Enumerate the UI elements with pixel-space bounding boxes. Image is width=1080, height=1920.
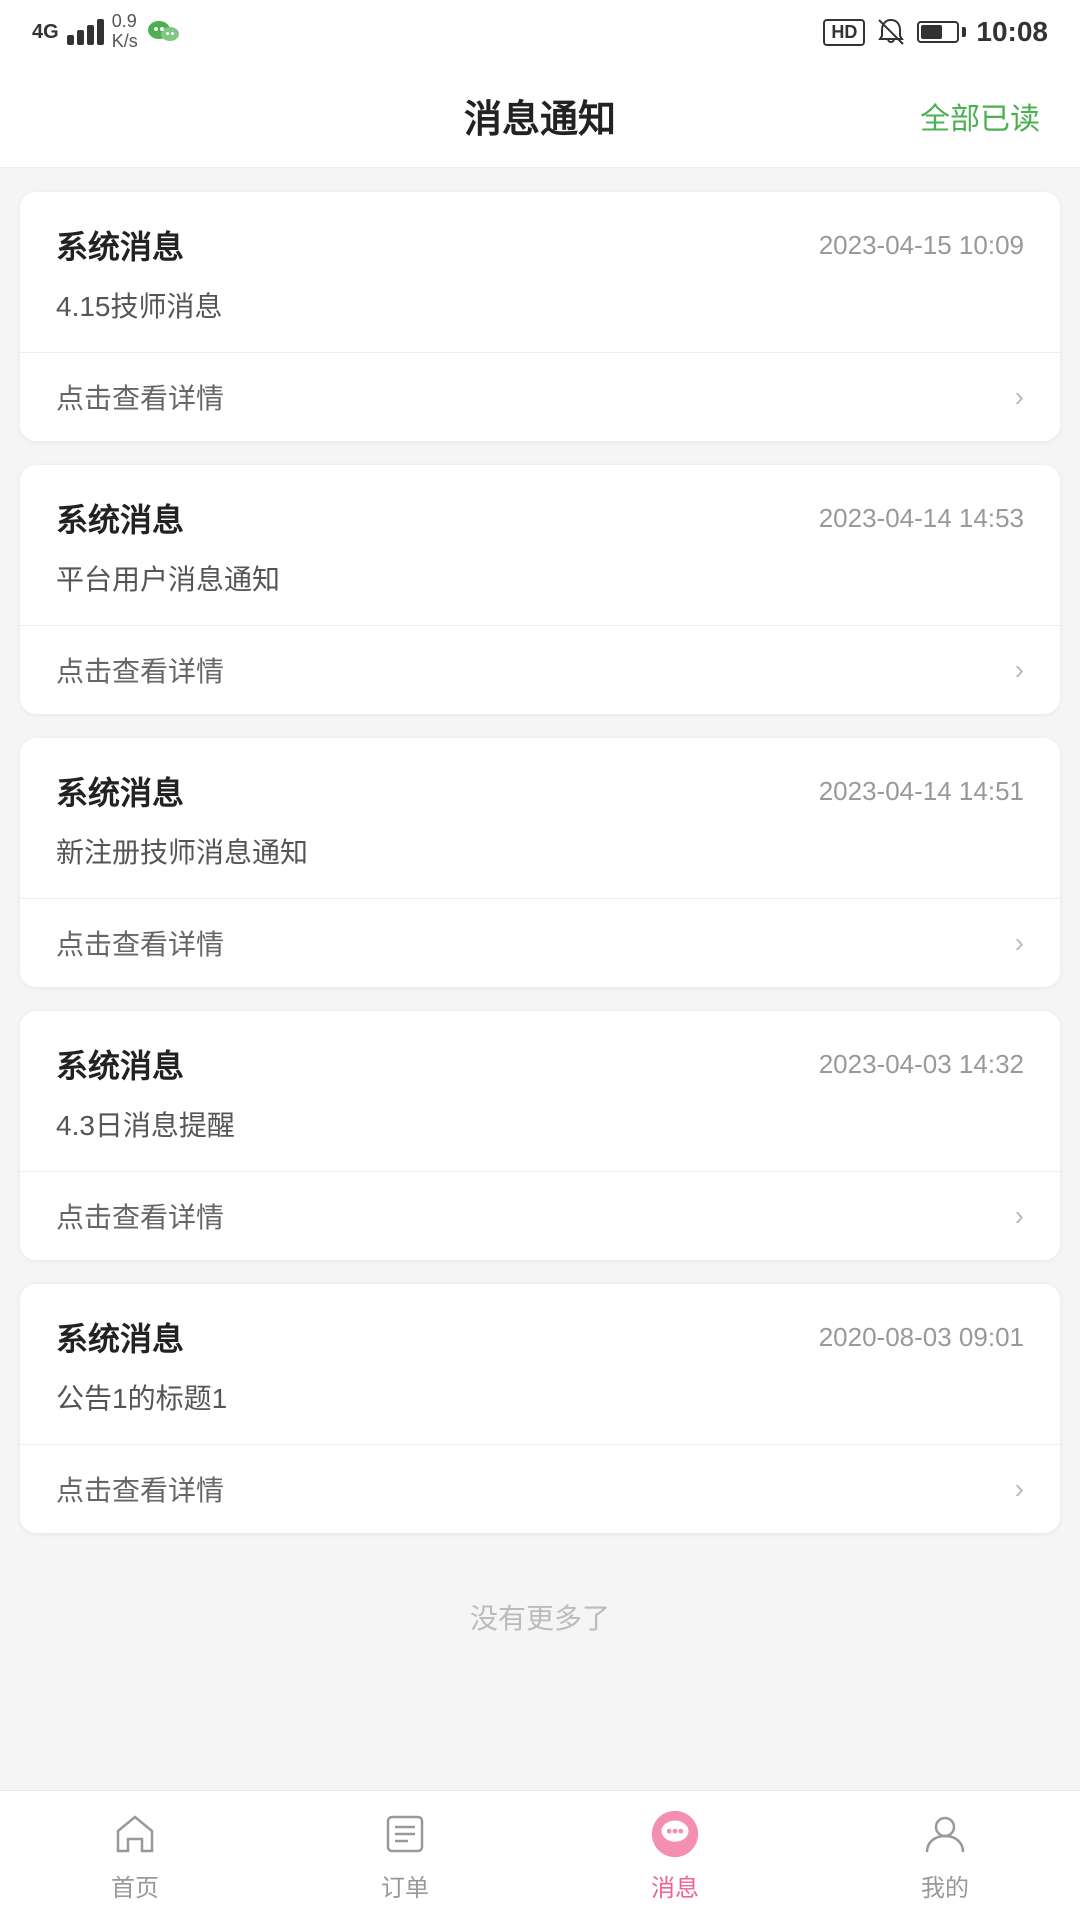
chevron-right-icon: › <box>1015 927 1024 959</box>
card-title: 系统消息 <box>56 768 184 814</box>
chevron-right-icon: › <box>1015 654 1024 686</box>
card-footer[interactable]: 点击查看详情 › <box>20 1445 1060 1533</box>
card-message: 新注册技师消息通知 <box>56 837 308 868</box>
notification-card: 系统消息 2023-04-14 14:51 新注册技师消息通知 点击查看详情 › <box>20 738 1060 987</box>
status-left: 4G 0.9 K/s <box>32 12 182 52</box>
card-header: 系统消息 2023-04-14 14:51 <box>20 738 1060 832</box>
profile-icon <box>919 1808 971 1860</box>
card-title: 系统消息 <box>56 1041 184 1087</box>
message-icon <box>649 1808 701 1860</box>
mark-all-read-button[interactable]: 全部已读 <box>920 94 1040 138</box>
card-time: 2023-04-03 14:32 <box>819 1049 1024 1080</box>
card-footer[interactable]: 点击查看详情 › <box>20 353 1060 441</box>
card-message: 4.3日消息提醒 <box>56 1110 235 1141</box>
card-time: 2023-04-14 14:53 <box>819 503 1024 534</box>
chevron-right-icon: › <box>1015 1200 1024 1232</box>
signal-bar-1 <box>67 35 74 45</box>
tab-home-label: 首页 <box>111 1868 159 1903</box>
chevron-right-icon: › <box>1015 1473 1024 1505</box>
notification-card: 系统消息 2023-04-15 10:09 4.15技师消息 点击查看详情 › <box>20 192 1060 441</box>
status-right: HD 10:08 <box>823 16 1048 48</box>
card-detail-link[interactable]: 点击查看详情 <box>56 377 224 417</box>
tab-message-label: 消息 <box>651 1868 699 1903</box>
notification-card: 系统消息 2020-08-03 09:01 公告1的标题1 点击查看详情 › <box>20 1284 1060 1533</box>
page-title: 消息通知 <box>464 88 616 143</box>
signal-bar-2 <box>77 30 84 45</box>
card-detail-link[interactable]: 点击查看详情 <box>56 1469 224 1509</box>
speed-label: 0.9 K/s <box>112 12 138 52</box>
card-body: 公告1的标题1 <box>20 1378 1060 1445</box>
page-header: 消息通知 全部已读 <box>0 60 1080 168</box>
card-message: 平台用户消息通知 <box>56 564 280 595</box>
signal-bar-4 <box>97 19 104 45</box>
tab-profile-label: 我的 <box>921 1868 969 1903</box>
card-footer[interactable]: 点击查看详情 › <box>20 899 1060 987</box>
card-message: 公告1的标题1 <box>56 1383 227 1414</box>
notification-list: 系统消息 2023-04-15 10:09 4.15技师消息 点击查看详情 › … <box>0 168 1080 1817</box>
tab-order[interactable]: 订单 <box>270 1791 540 1920</box>
card-footer[interactable]: 点击查看详情 › <box>20 1172 1060 1260</box>
card-title: 系统消息 <box>56 1314 184 1360</box>
card-header: 系统消息 2020-08-03 09:01 <box>20 1284 1060 1378</box>
hd-badge: HD <box>823 19 865 46</box>
tab-profile[interactable]: 我的 <box>810 1791 1080 1920</box>
tab-order-label: 订单 <box>381 1868 429 1903</box>
order-icon <box>379 1808 431 1860</box>
card-body: 4.3日消息提醒 <box>20 1105 1060 1172</box>
card-time: 2020-08-03 09:01 <box>819 1322 1024 1353</box>
tab-home[interactable]: 首页 <box>0 1791 270 1920</box>
signal-bar-3 <box>87 25 94 45</box>
home-icon <box>109 1808 161 1860</box>
card-time: 2023-04-15 10:09 <box>819 230 1024 261</box>
status-bar: 4G 0.9 K/s HD <box>0 0 1080 60</box>
card-detail-link[interactable]: 点击查看详情 <box>56 650 224 690</box>
battery-icon <box>917 21 966 43</box>
notification-card: 系统消息 2023-04-03 14:32 4.3日消息提醒 点击查看详情 › <box>20 1011 1060 1260</box>
card-title: 系统消息 <box>56 222 184 268</box>
card-detail-link[interactable]: 点击查看详情 <box>56 923 224 963</box>
time-display: 10:08 <box>976 16 1048 48</box>
network-label: 4G <box>32 21 59 44</box>
card-time: 2023-04-14 14:51 <box>819 776 1024 807</box>
card-detail-link[interactable]: 点击查看详情 <box>56 1196 224 1236</box>
card-header: 系统消息 2023-04-14 14:53 <box>20 465 1060 559</box>
card-title: 系统消息 <box>56 495 184 541</box>
notification-card: 系统消息 2023-04-14 14:53 平台用户消息通知 点击查看详情 › <box>20 465 1060 714</box>
card-body: 新注册技师消息通知 <box>20 832 1060 899</box>
no-more-label: 没有更多了 <box>20 1557 1060 1667</box>
signal-bars <box>67 19 104 45</box>
chevron-right-icon: › <box>1015 381 1024 413</box>
card-body: 平台用户消息通知 <box>20 559 1060 626</box>
bell-muted-icon <box>875 16 907 48</box>
card-footer[interactable]: 点击查看详情 › <box>20 626 1060 714</box>
card-body: 4.15技师消息 <box>20 286 1060 353</box>
tab-message[interactable]: 消息 <box>540 1791 810 1920</box>
card-message: 4.15技师消息 <box>56 291 223 322</box>
wechat-icon <box>146 14 182 50</box>
tab-bar: 首页 订单 消息 <box>0 1790 1080 1920</box>
card-header: 系统消息 2023-04-03 14:32 <box>20 1011 1060 1105</box>
card-header: 系统消息 2023-04-15 10:09 <box>20 192 1060 286</box>
